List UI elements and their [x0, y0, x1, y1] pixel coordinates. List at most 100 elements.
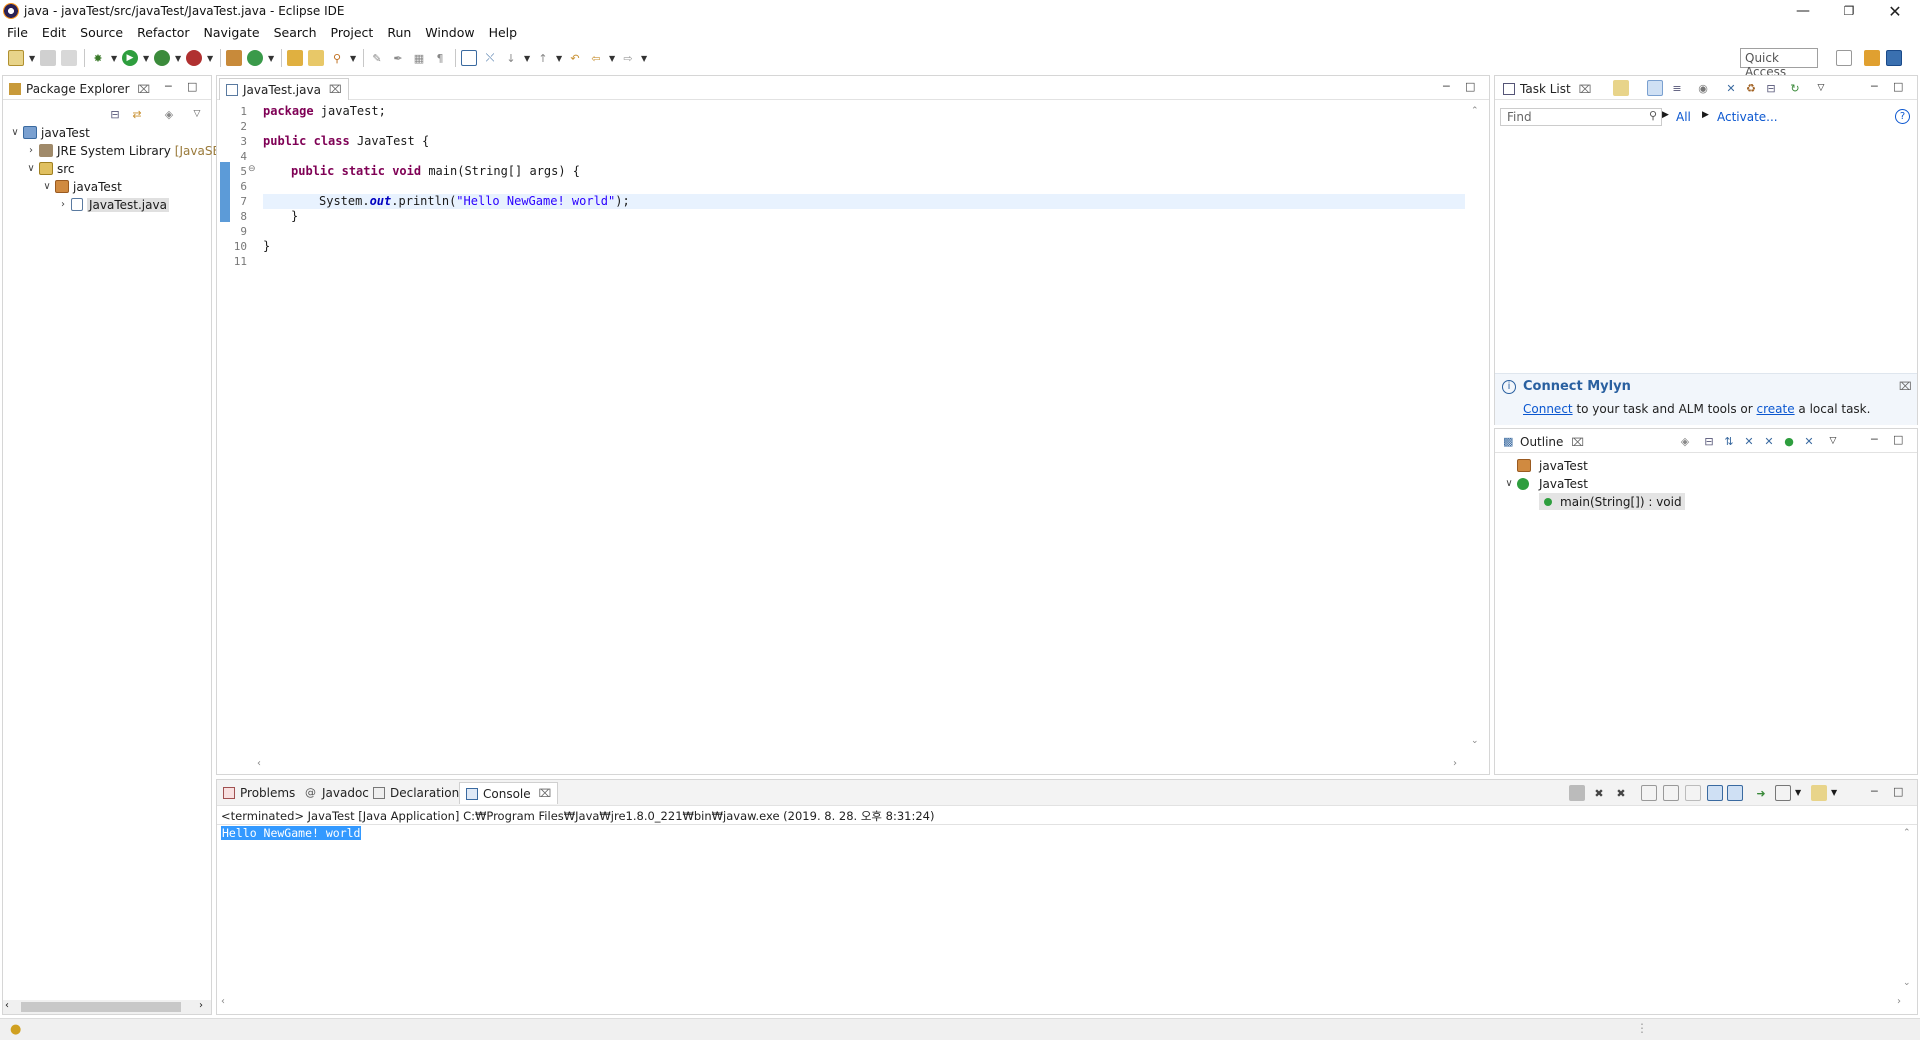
scroll-right-icon[interactable]: › — [1453, 758, 1457, 769]
save-icon[interactable] — [40, 50, 56, 66]
activate-task-link[interactable]: Activate... — [1717, 110, 1778, 124]
show-console-stdout-icon[interactable] — [1707, 785, 1723, 801]
close-icon[interactable]: ⌧ — [329, 83, 342, 96]
chevron-right-icon[interactable]: › — [25, 145, 37, 156]
menu-search[interactable]: Search — [267, 25, 324, 40]
external-tools-icon[interactable] — [186, 50, 202, 66]
chevron-down-icon[interactable]: ∨ — [9, 127, 21, 138]
remove-launch-icon[interactable]: ✖ — [1591, 785, 1607, 801]
forward-icon[interactable]: ⇨ — [620, 50, 636, 66]
link-with-editor-icon[interactable]: ⇄ — [129, 106, 145, 122]
close-window-button[interactable]: ✕ — [1872, 0, 1918, 22]
menu-navigate[interactable]: Navigate — [197, 25, 267, 40]
search-dropdown-icon[interactable]: ▼ — [350, 50, 356, 66]
scroll-up-icon[interactable]: ⌃ — [1471, 106, 1479, 116]
tree-item-package[interactable]: ∨ javaTest — [41, 178, 121, 195]
editor-horizontal-scrollbar[interactable]: ‹ › — [257, 758, 1457, 772]
tree-item-java-file[interactable]: › JavaTest.java — [57, 196, 169, 213]
all-tasks-link[interactable]: All — [1676, 110, 1691, 124]
new-task-icon[interactable] — [1613, 80, 1629, 96]
chevron-down-icon[interactable]: ∨ — [25, 163, 37, 174]
minimize-window-button[interactable]: — — [1780, 0, 1826, 22]
menu-project[interactable]: Project — [324, 25, 381, 40]
next-annotation-icon[interactable]: ↓ — [503, 50, 519, 66]
tab-console[interactable]: Console ⌧ — [459, 782, 559, 804]
open-console-icon[interactable] — [1811, 785, 1827, 801]
hide-fields-icon[interactable]: ✕ — [1741, 433, 1757, 449]
tab-task-list[interactable]: Task List ⌧ — [1497, 78, 1597, 100]
connect-link[interactable]: Connect — [1523, 402, 1573, 416]
search-icon[interactable]: ⚲ — [329, 50, 345, 66]
chevron-down-icon[interactable]: ∨ — [41, 181, 53, 192]
next-annotation-dropdown-icon[interactable]: ▼ — [524, 50, 530, 66]
chevron-right-icon[interactable]: › — [57, 199, 69, 210]
minimize-icon[interactable]: ─ — [1871, 80, 1878, 93]
collapse-all-icon[interactable]: ⊟ — [1763, 80, 1779, 96]
close-icon[interactable]: ⌧ — [1571, 436, 1584, 449]
menu-run[interactable]: Run — [380, 25, 418, 40]
help-icon[interactable]: ? — [1895, 109, 1910, 124]
collapse-all-icon[interactable]: ⊟ — [107, 106, 123, 122]
focus-workweek-icon[interactable]: ✕ — [1723, 80, 1739, 96]
quick-access-field[interactable]: Quick Access — [1740, 48, 1818, 79]
toggle-mark-occurrences-icon[interactable]: ✎ — [369, 50, 385, 66]
new-icon[interactable] — [8, 50, 24, 66]
close-icon[interactable]: ⌧ — [539, 787, 552, 800]
back-icon[interactable]: ⇦ — [588, 50, 604, 66]
tree-item-src[interactable]: ∨ src — [25, 160, 74, 177]
debug-icon[interactable]: ✸ — [90, 50, 106, 66]
console-horizontal-scrollbar[interactable]: ‹ › — [221, 996, 1901, 1010]
scroll-left-icon[interactable]: ‹ — [221, 996, 225, 1007]
scroll-down-icon[interactable]: ⌄ — [1471, 736, 1479, 746]
filter-icon[interactable]: ◈ — [1677, 433, 1693, 449]
tab-javatest-java[interactable]: JavaTest.java ⌧ — [219, 78, 349, 100]
tab-problems[interactable]: Problems — [217, 782, 301, 804]
debug-dropdown-icon[interactable]: ▼ — [111, 50, 117, 66]
scroll-left-icon[interactable]: ‹ — [5, 1000, 9, 1011]
run-dropdown-icon[interactable]: ▼ — [143, 50, 149, 66]
toggle-block-selection-icon[interactable]: ▦ — [411, 50, 427, 66]
minimize-icon[interactable]: ─ — [1443, 80, 1450, 93]
tab-package-explorer[interactable]: Package Explorer ⌧ — [3, 78, 156, 100]
new-java-package-icon[interactable] — [226, 50, 242, 66]
skip-breakpoints-icon[interactable]: ⤬ — [482, 50, 498, 66]
show-whitespace-icon[interactable]: ¶ — [432, 50, 448, 66]
display-selected-console-icon[interactable] — [1775, 785, 1791, 801]
run-icon[interactable]: ▶ — [122, 50, 138, 66]
console-vertical-scrollbar[interactable]: ⌃ ⌄ — [1901, 828, 1915, 988]
scroll-left-icon[interactable]: ‹ — [257, 758, 261, 769]
menu-edit[interactable]: Edit — [35, 25, 73, 40]
hide-static-icon[interactable]: ✕ — [1761, 433, 1777, 449]
hide-non-public-icon[interactable]: ● — [1781, 433, 1797, 449]
scroll-down-icon[interactable]: ⌄ — [1903, 978, 1911, 988]
new-java-class-icon[interactable] — [247, 50, 263, 66]
menu-refactor[interactable]: Refactor — [130, 25, 196, 40]
menu-source[interactable]: Source — [73, 25, 130, 40]
focus-icon[interactable]: ♻ — [1743, 80, 1759, 96]
java-ee-perspective-icon[interactable] — [1864, 50, 1880, 66]
restore-window-button[interactable]: ❐ — [1826, 0, 1872, 22]
scheduled-icon[interactable]: ≡ — [1669, 80, 1685, 96]
categorized-icon[interactable] — [1647, 80, 1663, 96]
scroll-lock-icon[interactable] — [1663, 785, 1679, 801]
create-link[interactable]: create — [1757, 402, 1795, 416]
menu-help[interactable]: Help — [482, 25, 525, 40]
view-menu-icon[interactable]: ▽ — [1813, 80, 1829, 96]
filter-icon[interactable]: ◈ — [161, 106, 177, 122]
code-editor[interactable]: package javaTest; public class JavaTest … — [263, 100, 1465, 754]
console-output[interactable]: Hello NewGame! world — [221, 826, 362, 840]
tab-javadoc[interactable]: @ Javadoc — [299, 782, 375, 804]
terminate-icon[interactable] — [1569, 785, 1585, 801]
minimize-icon[interactable]: ─ — [165, 80, 172, 93]
editor-vertical-scrollbar[interactable]: ⌃ ⌄ — [1469, 106, 1483, 746]
back-dropdown-icon[interactable]: ▼ — [609, 50, 615, 66]
forward-dropdown-icon[interactable]: ▼ — [641, 50, 647, 66]
show-console-stderr-icon[interactable] — [1727, 785, 1743, 801]
word-wrap-icon[interactable] — [1685, 785, 1701, 801]
maximize-icon[interactable]: □ — [1893, 785, 1903, 798]
task-find-input[interactable]: Find ⚲ — [1500, 108, 1662, 126]
hide-local-types-icon[interactable]: ✕ — [1801, 433, 1817, 449]
chevron-down-icon[interactable]: ▼ — [1795, 788, 1801, 797]
scroll-right-icon[interactable]: › — [1897, 996, 1901, 1007]
outline-item-package[interactable]: javaTest — [1515, 457, 1588, 474]
